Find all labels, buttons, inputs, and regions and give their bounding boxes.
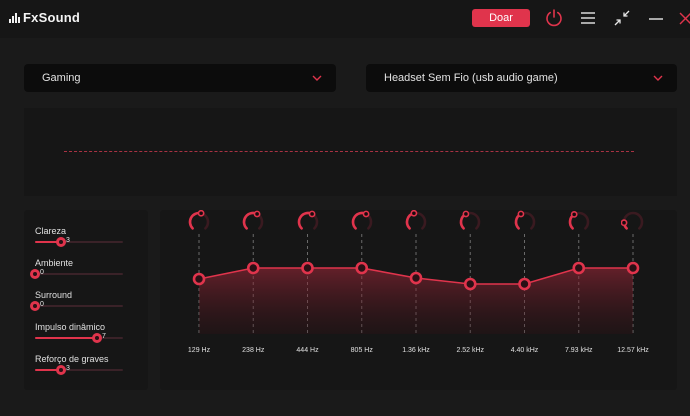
fxsound-logo-icon: [9, 12, 20, 23]
eq-band-handle[interactable]: [355, 261, 369, 275]
effect-slider-handle[interactable]: [56, 237, 66, 247]
effect-value: 3: [66, 365, 70, 372]
eq-band-handle[interactable]: [192, 272, 206, 286]
effect-name: Impulso dinâmico: [35, 322, 106, 332]
eq-band-knob[interactable]: [187, 210, 211, 234]
visualizer-baseline: [64, 151, 634, 152]
effect-slider[interactable]: [30, 301, 123, 311]
effect-name: Reforço de graves: [35, 354, 109, 364]
eq-band-knob[interactable]: [296, 210, 320, 234]
effect-slider[interactable]: [35, 333, 123, 343]
effect-value: 0: [40, 301, 44, 308]
eq-band-handle[interactable]: [463, 277, 477, 291]
effect-value: 3: [66, 237, 70, 244]
output-device-selected-label: Headset Sem Fio (usb audio game): [384, 72, 558, 84]
eq-band-knob[interactable]: [621, 210, 645, 234]
equalizer-panel: 129 Hz 238 Hz 444 Hz 805 Hz 1.36 kHz 2.52 kHz…: [160, 210, 677, 390]
effect-slider-row: Reforço de graves 3: [35, 354, 135, 380]
donate-button[interactable]: Doar: [472, 9, 530, 27]
effect-slider[interactable]: [35, 365, 123, 375]
app-name: FxSound: [23, 10, 81, 25]
app-logo: FxSound: [9, 10, 80, 25]
minimize-view-icon[interactable]: [611, 7, 633, 29]
effects-panel: Clareza 3 Ambiente 0 Surround 0 Impulso dinâmi…: [24, 210, 148, 390]
eq-band-frequency-label: 805 Hz: [350, 347, 373, 354]
eq-band-handle[interactable]: [301, 261, 314, 275]
output-device-dropdown[interactable]: Headset Sem Fio (usb audio game): [366, 64, 677, 92]
eq-band-frequency-label: 7.93 kHz: [564, 347, 593, 354]
effect-name: Ambiente: [35, 258, 74, 268]
effect-slider-handle[interactable]: [56, 365, 66, 375]
effect-value: 0: [40, 269, 44, 276]
eq-band-handle[interactable]: [246, 261, 260, 275]
eq-band-frequency-label: 238 Hz: [242, 347, 265, 354]
eq-band-knob[interactable]: [513, 210, 537, 234]
title-bar: FxSound Doar: [0, 0, 690, 38]
effect-slider-row: Ambiente 0: [30, 258, 135, 284]
eq-band-knob[interactable]: [458, 210, 482, 234]
effect-name: Surround: [35, 290, 73, 300]
eq-band-handle[interactable]: [572, 261, 586, 275]
menu-icon[interactable]: [577, 7, 599, 29]
close-icon[interactable]: [674, 7, 690, 29]
effect-slider-handle[interactable]: [30, 269, 40, 279]
preset-selected-label: Gaming: [42, 72, 81, 84]
spectrum-visualizer: [24, 108, 677, 196]
effect-slider[interactable]: [35, 237, 123, 247]
effect-slider-handle[interactable]: [30, 301, 40, 311]
eq-band-knob[interactable]: [404, 210, 428, 234]
eq-band-frequency-label: 129 Hz: [187, 347, 211, 354]
eq-band-handle[interactable]: [518, 277, 531, 291]
eq-band-knob[interactable]: [567, 210, 591, 234]
equalizer-graph: [192, 234, 640, 334]
eq-band-frequency-label: 4.40 kHz: [510, 347, 539, 354]
chevron-down-icon: [312, 75, 322, 81]
effect-slider-handle[interactable]: [92, 333, 102, 343]
chevron-down-icon: [653, 75, 663, 81]
eq-band-frequency-label: 12.57 kHz: [617, 347, 649, 354]
effect-slider-fill: [35, 337, 97, 339]
eq-band-knob[interactable]: [350, 210, 374, 234]
preset-dropdown[interactable]: Gaming: [24, 64, 336, 92]
effect-slider-row: Impulso dinâmico 7: [35, 322, 135, 348]
effect-value: 7: [102, 333, 106, 340]
eq-band-handle[interactable]: [409, 271, 423, 285]
effect-slider-row: Surround 0: [30, 290, 135, 316]
eq-band-frequency-label: 1.36 kHz: [402, 347, 430, 354]
effect-slider[interactable]: [30, 269, 123, 279]
eq-band-frequency-label: 2.52 kHz: [456, 347, 485, 354]
eq-band-knob[interactable]: [241, 210, 265, 234]
power-icon[interactable]: [543, 7, 565, 29]
minimize-icon[interactable]: [645, 7, 667, 29]
effect-slider-row: Clareza 3: [35, 226, 135, 252]
effect-name: Clareza: [35, 226, 67, 236]
eq-band-handle[interactable]: [626, 261, 640, 275]
eq-band-frequency-label: 444 Hz: [296, 347, 319, 354]
